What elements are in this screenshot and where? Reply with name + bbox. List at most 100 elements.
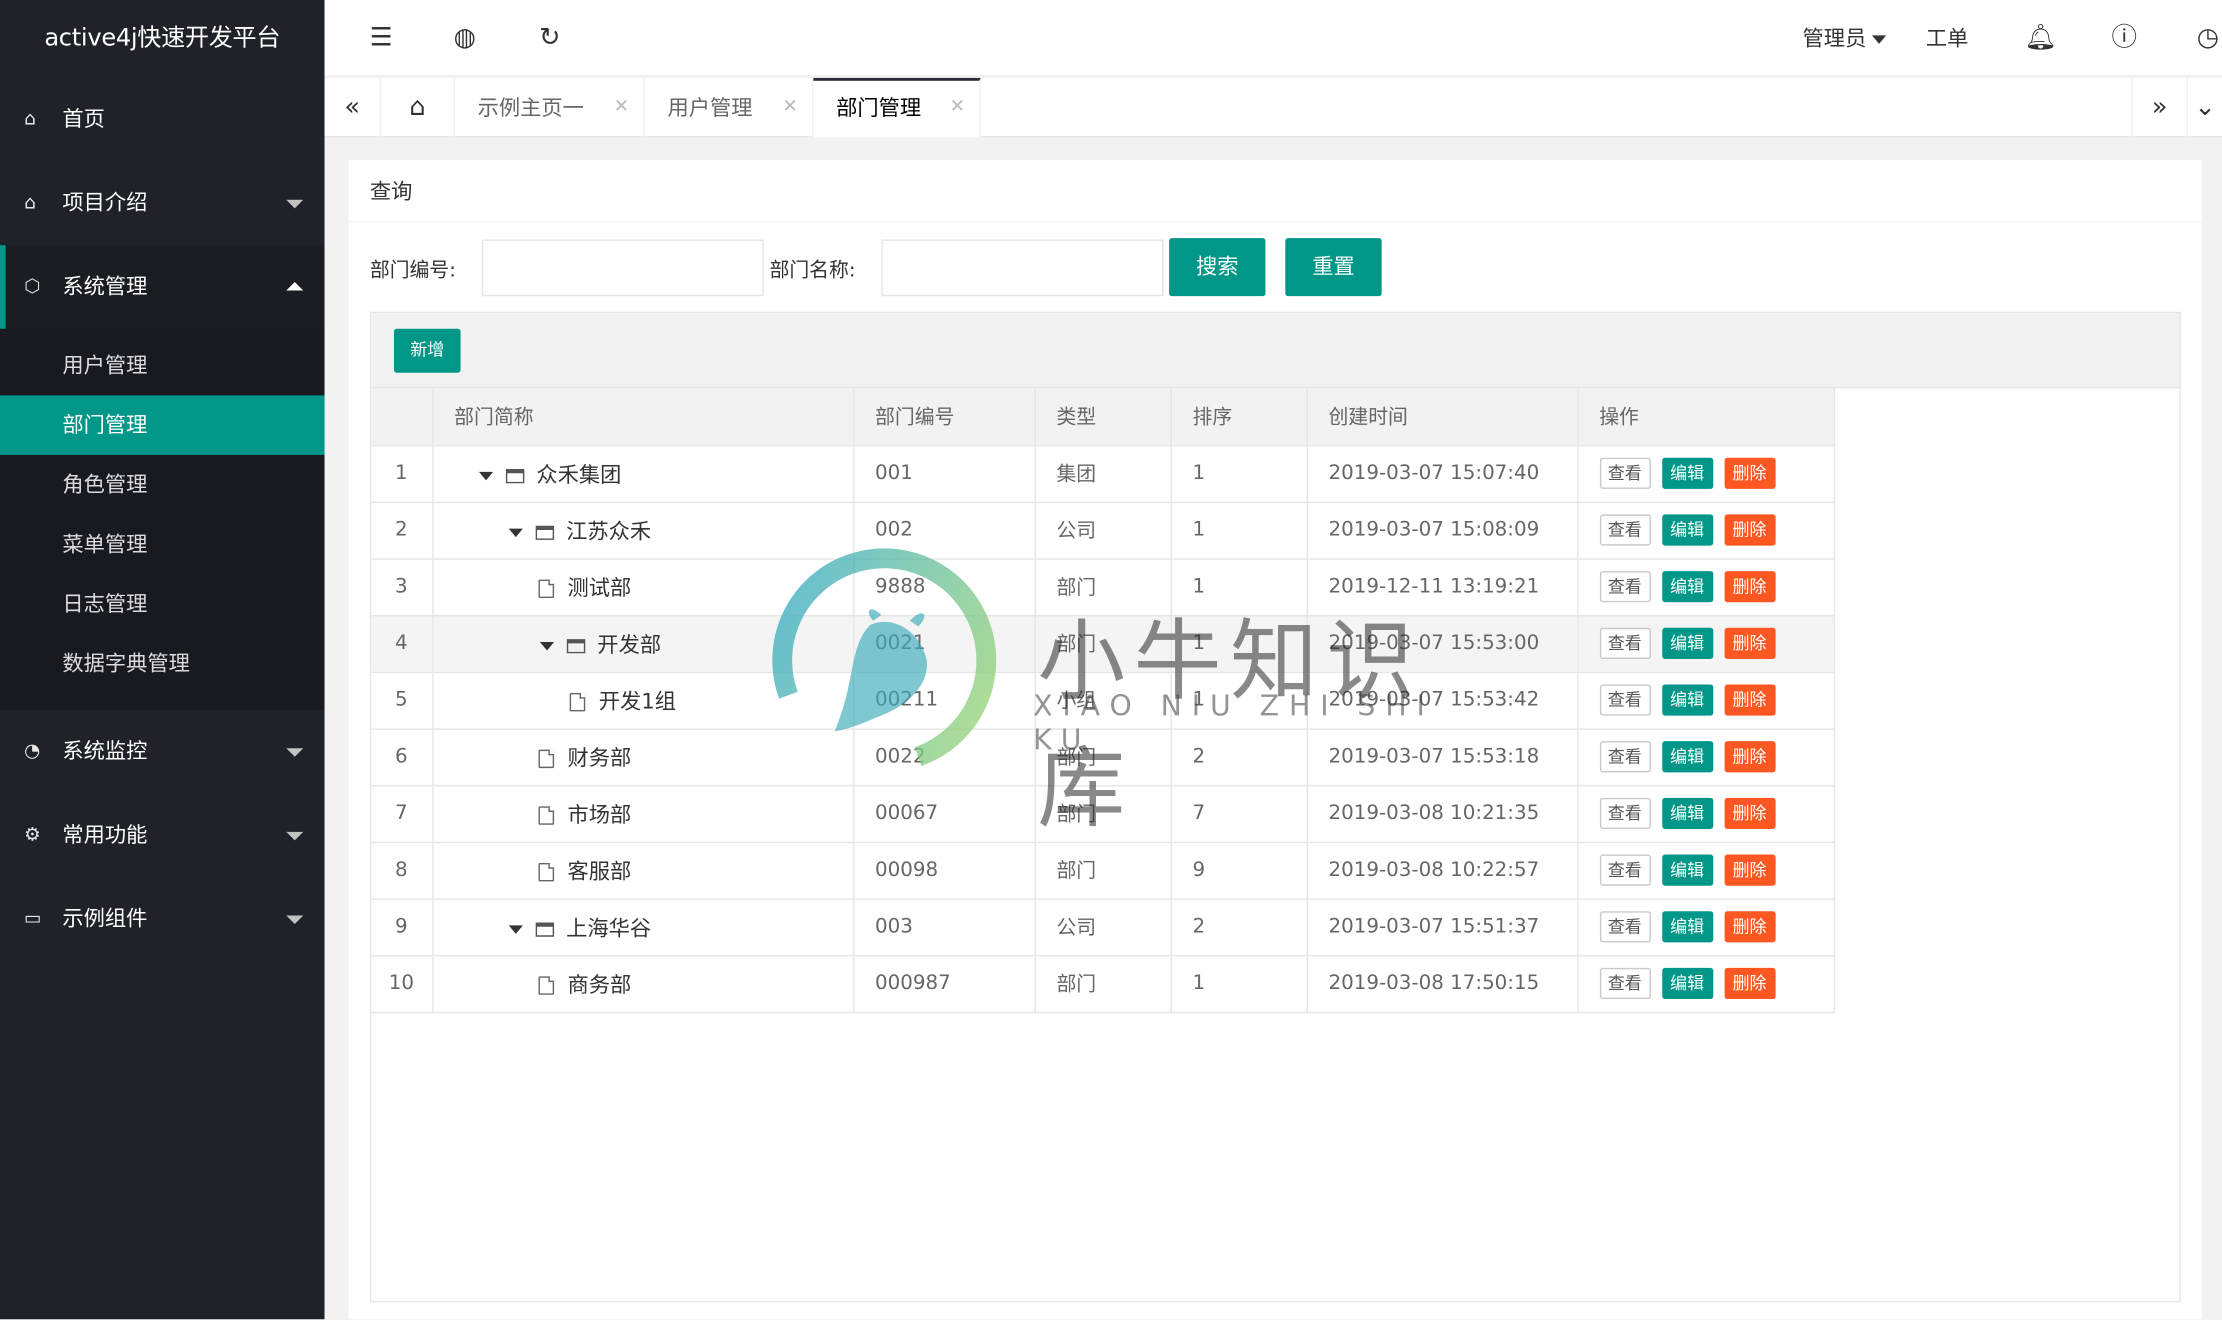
delete-button[interactable]: 删除 <box>1723 797 1775 830</box>
dept-code-label: 部门编号: <box>369 259 456 283</box>
sidebar-item-system-management[interactable]: ⬡ 系统管理 <box>0 245 325 329</box>
clock-icon[interactable]: ◷ <box>2182 0 2222 77</box>
delete-button[interactable]: 删除 <box>1723 627 1775 659</box>
caret-down-icon[interactable] <box>508 924 523 934</box>
delete-button[interactable]: 删除 <box>1723 854 1775 886</box>
view-button[interactable]: 查看 <box>1599 684 1651 716</box>
table-row[interactable]: 6 财务部 0022 部门 2 2019-03-07 15:53:18 查看 编辑 删除 <box>371 728 1835 786</box>
sidebar-item-label: 首页 <box>62 106 105 132</box>
sidebar-subitem-departments[interactable]: 部门管理 <box>0 395 325 455</box>
dept-type-cell: 部门 <box>1034 955 1172 1013</box>
sidebar-item-project-intro[interactable]: ⌂ 项目介绍 <box>0 162 325 246</box>
caret-down-icon[interactable] <box>508 527 523 537</box>
row-index: 10 <box>371 955 433 1013</box>
edit-button[interactable]: 编辑 <box>1661 627 1713 659</box>
sidebar-item-label: 常用功能 <box>62 821 148 848</box>
user-name: 管理员 <box>1802 25 1867 52</box>
table-row[interactable]: 9 上海华谷 003 公司 2 2019-03-07 15:51:37 查看 编辑 删除 <box>371 898 1835 956</box>
sidebar-item-system-monitor[interactable]: ◔ 系统监控 <box>0 710 325 794</box>
edit-button[interactable]: 编辑 <box>1661 514 1713 546</box>
delete-button[interactable]: 删除 <box>1723 684 1775 716</box>
edit-button[interactable]: 编辑 <box>1661 457 1713 489</box>
dept-name-cell: 财务部 <box>432 728 854 786</box>
edit-button[interactable]: 编辑 <box>1661 854 1713 886</box>
tab-label: 示例主页一 <box>477 94 584 121</box>
table-row[interactable]: 8 客服部 00098 部门 9 2019-03-08 10:22:57 查看 编辑 删除 <box>371 841 1835 900</box>
dept-sort-cell: 1 <box>1170 501 1308 560</box>
bell-icon[interactable]: 🔔︎ <box>2015 0 2066 77</box>
close-icon[interactable]: ✕ <box>782 78 797 138</box>
dept-code-input[interactable] <box>481 239 764 297</box>
dept-sort-cell: 1 <box>1170 558 1308 616</box>
view-button[interactable]: 查看 <box>1599 457 1651 489</box>
add-button[interactable]: 新增 <box>393 328 461 373</box>
table-row[interactable]: 10 商务部 000987 部门 1 2019-03-08 17:50:15 查看 编辑 删除 <box>371 955 1835 1013</box>
delete-button[interactable]: 删除 <box>1723 967 1775 1000</box>
caret-down-icon[interactable] <box>478 471 493 480</box>
reset-button[interactable]: 重置 <box>1285 238 1382 297</box>
sidebar-subitem-menus[interactable]: 菜单管理 <box>0 514 325 574</box>
globe-icon[interactable]: ◍ <box>439 0 490 77</box>
delete-button[interactable]: 删除 <box>1723 571 1775 603</box>
edit-button[interactable]: 编辑 <box>1661 967 1713 1000</box>
edit-button[interactable]: 编辑 <box>1661 797 1713 830</box>
table-row[interactable]: 7 市场部 00067 部门 7 2019-03-08 10:21:35 查看 编辑 删除 <box>371 785 1835 843</box>
edit-button[interactable]: 编辑 <box>1661 741 1713 773</box>
tab-department-management[interactable]: 部门管理 ✕ <box>813 77 981 138</box>
edit-button[interactable]: 编辑 <box>1661 684 1713 716</box>
refresh-icon[interactable]: ↻ <box>524 0 575 77</box>
close-icon[interactable]: ✕ <box>950 81 965 135</box>
tabs-menu-icon[interactable]: ⌄ <box>2188 78 2222 138</box>
dept-name: 上海华谷 <box>566 914 652 941</box>
dept-name-input[interactable] <box>881 239 1164 297</box>
view-button[interactable]: 查看 <box>1599 571 1651 603</box>
tab-example-home[interactable]: 示例主页一 ✕ <box>455 77 645 138</box>
dept-code-cell: 0021 <box>853 615 1036 673</box>
tabs-scroll-right-icon[interactable]: » <box>2131 77 2189 138</box>
sidebar-item-label: 示例组件 <box>62 905 148 932</box>
sidebar-item-home[interactable]: ⌂ 首页 <box>0 78 325 162</box>
delete-button[interactable]: 删除 <box>1723 911 1775 943</box>
info-icon[interactable]: ⓘ <box>2099 0 2150 77</box>
close-icon[interactable]: ✕ <box>614 78 629 138</box>
sidebar-subitem-logs[interactable]: 日志管理 <box>0 574 325 634</box>
view-button[interactable]: 查看 <box>1599 514 1651 546</box>
folder-icon <box>534 921 554 936</box>
delete-button[interactable]: 删除 <box>1723 514 1775 546</box>
user-menu[interactable]: 管理员 <box>1803 0 1887 77</box>
edit-button[interactable]: 编辑 <box>1661 571 1713 603</box>
collapse-menu-icon[interactable]: ☰ <box>356 0 407 77</box>
table-row[interactable]: 4 开发部 0021 部门 1 2019-03-07 15:53:00 查看 编辑 删除 <box>371 615 1835 673</box>
delete-button[interactable]: 删除 <box>1723 457 1775 489</box>
tabs-scroll-left-icon[interactable]: « <box>325 77 382 138</box>
tab-user-management[interactable]: 用户管理 ✕ <box>645 77 814 138</box>
chevron-down-icon <box>286 831 304 841</box>
sidebar-item-label: 系统监控 <box>62 738 148 764</box>
sidebar-item-example-components[interactable]: ▭ 示例组件 <box>0 877 325 961</box>
actions-cell: 查看 编辑 删除 <box>1577 955 1835 1013</box>
table-row[interactable]: 5 开发1组 00211 小组 1 2019-03-07 15:53:42 查看 编辑 删除 <box>371 671 1835 730</box>
view-button[interactable]: 查看 <box>1599 911 1651 943</box>
table-row[interactable]: 1 众禾集团 001 集团 1 2019-03-07 15:07:40 查看 编辑 删除 <box>371 444 1835 503</box>
edit-button[interactable]: 编辑 <box>1661 911 1713 943</box>
row-index: 6 <box>371 728 433 786</box>
sidebar-subitem-dictionary[interactable]: 数据字典管理 <box>0 633 325 693</box>
table-row[interactable]: 3 测试部 9888 部门 1 2019-12-11 13:19:21 查看 编辑 删除 <box>371 558 1835 616</box>
sidebar-subitem-roles[interactable]: 角色管理 <box>0 455 325 515</box>
sidebar-item-common-functions[interactable]: ⚙ 常用功能 <box>0 794 325 878</box>
top-header: ☰ ◍ ↻ 管理员 工单 🔔︎ ⓘ ◷ <box>324 0 2222 77</box>
view-button[interactable]: 查看 <box>1599 854 1651 886</box>
ticket-link[interactable]: 工单 <box>1926 0 1969 77</box>
table-row[interactable]: 2 江苏众禾 002 公司 1 2019-03-07 15:08:09 查看 编辑 删除 <box>371 501 1835 560</box>
view-button[interactable]: 查看 <box>1599 627 1651 659</box>
view-button[interactable]: 查看 <box>1599 967 1651 1000</box>
view-button[interactable]: 查看 <box>1599 741 1651 773</box>
home-tab-icon[interactable]: ⌂ <box>381 77 455 138</box>
delete-button[interactable]: 删除 <box>1723 741 1775 773</box>
actions-cell: 查看 编辑 删除 <box>1577 444 1835 503</box>
tabs-bar: « ⌂ 示例主页一 ✕ 用户管理 ✕ 部门管理 ✕ » ⌄ <box>324 77 2222 138</box>
view-button[interactable]: 查看 <box>1599 797 1651 830</box>
caret-down-icon[interactable] <box>539 641 554 650</box>
sidebar-subitem-users[interactable]: 用户管理 <box>0 336 325 396</box>
search-button[interactable]: 搜索 <box>1169 238 1266 297</box>
